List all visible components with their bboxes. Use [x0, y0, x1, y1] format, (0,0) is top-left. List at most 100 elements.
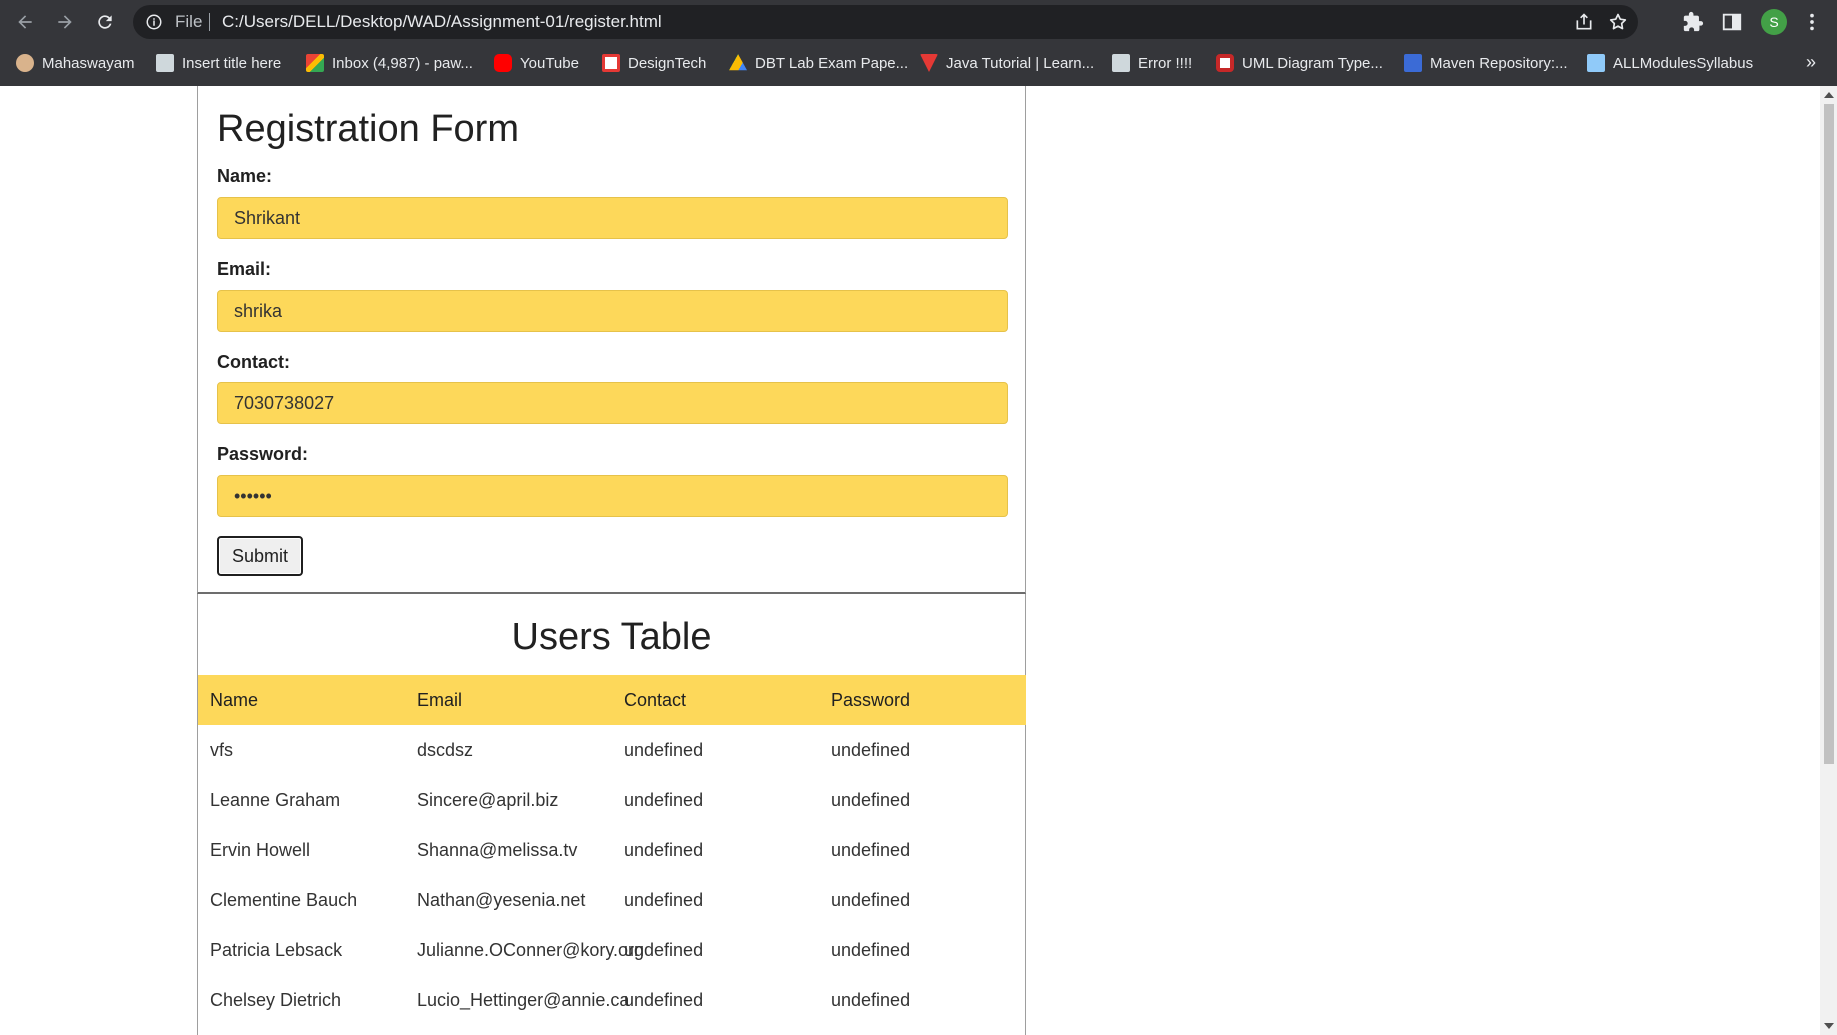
cell-password: undefined — [831, 789, 911, 810]
bookmark-label: Maven Repository:... — [1430, 54, 1568, 72]
extensions-puzzle-icon[interactable] — [1682, 11, 1704, 33]
menu-dots-icon[interactable] — [1801, 11, 1823, 33]
bookmark-java-tutorial[interactable]: Java Tutorial | Learn... — [920, 52, 1094, 74]
info-icon[interactable] — [145, 13, 163, 31]
table-header-row: Name Email Contact Password — [198, 675, 1026, 725]
cell-email: Lucio_Hettinger@annie.ca — [417, 989, 630, 1010]
bookmark-label: Inbox (4,987) - paw... — [332, 54, 473, 72]
bookmark-star-icon[interactable] — [1608, 12, 1628, 32]
cell-contact: undefined — [624, 839, 704, 860]
bookmark-maven[interactable]: Maven Repository:... — [1404, 52, 1568, 74]
bookmark-youtube[interactable]: YouTube — [494, 52, 579, 74]
uml-icon — [1216, 54, 1234, 72]
vertical-scrollbar[interactable] — [1820, 86, 1837, 1035]
designtech-icon — [602, 54, 620, 72]
cell-name: Patricia Lebsack — [210, 939, 343, 960]
page-viewport: Registration Form Name: Email: Contact: … — [0, 86, 1820, 1035]
share-icon[interactable] — [1574, 12, 1594, 32]
password-input[interactable] — [217, 475, 1008, 517]
cell-contact: undefined — [624, 939, 704, 960]
contact-label: Contact: — [217, 352, 290, 372]
cell-password: undefined — [831, 989, 911, 1010]
cell-password: undefined — [831, 889, 911, 910]
bookmark-label: UML Diagram Type... — [1242, 54, 1383, 72]
column-header-password: Password — [819, 675, 1026, 725]
scroll-down-arrow-icon[interactable] — [1824, 1023, 1834, 1029]
maven-icon — [1404, 54, 1422, 72]
form-title: Registration Form — [217, 108, 519, 150]
url-separator — [209, 13, 210, 31]
cell-name: Clementine Bauch — [210, 889, 358, 910]
bookmark-label: DesignTech — [628, 54, 707, 72]
scrollbar-thumb[interactable] — [1824, 104, 1834, 764]
table-row: Ervin Howell Shanna@melissa.tv undefined… — [198, 825, 1026, 875]
page-icon — [156, 54, 174, 72]
bookmark-label: Insert title here — [182, 54, 282, 72]
url-scheme: File — [175, 12, 203, 31]
profile-avatar[interactable]: S — [1761, 9, 1787, 35]
table-row: Chelsey Dietrich Lucio_Hettinger@annie.c… — [198, 975, 1026, 1025]
bookmarks-bar: Mahaswayam Insert title here Inbox (4,98… — [0, 44, 1837, 82]
bookmark-mahaswayam[interactable]: Mahaswayam — [16, 52, 135, 74]
cell-contact: undefined — [624, 739, 704, 760]
table-row: Leanne Graham Sincere@april.biz undefine… — [198, 775, 1026, 825]
back-button[interactable] — [11, 8, 39, 36]
column-header-email: Email — [405, 675, 612, 725]
submit-button[interactable]: Submit — [217, 536, 303, 576]
youtube-icon — [494, 54, 512, 72]
bookmark-designtech[interactable]: DesignTech — [602, 52, 706, 74]
cell-contact: undefined — [624, 889, 704, 910]
forward-button[interactable] — [51, 8, 79, 36]
table-row: vfs dscdsz undefined undefined — [198, 725, 1026, 775]
scroll-up-arrow-icon[interactable] — [1824, 92, 1834, 98]
drive-icon — [729, 54, 747, 71]
contact-input[interactable] — [217, 382, 1008, 424]
bookmark-label: Error !!!! — [1138, 54, 1193, 72]
cell-email: Nathan@yesenia.net — [417, 889, 586, 910]
cell-password: undefined — [831, 739, 911, 760]
cell-name: vfs — [210, 739, 234, 760]
table-row: Patricia Lebsack Julianne.OConner@kory.o… — [198, 925, 1026, 975]
arrow-left-icon — [18, 15, 32, 29]
url-text[interactable]: C:/Users/DELL/Desktop/WAD/Assignment-01/… — [222, 12, 662, 32]
bookmark-gmail-inbox[interactable]: Inbox (4,987) - paw... — [306, 52, 473, 74]
cell-name: Ervin Howell — [210, 839, 311, 860]
column-header-name: Name — [198, 675, 405, 725]
bookmark-label: YouTube — [520, 54, 579, 72]
gmail-icon — [306, 54, 324, 72]
more-bookmarks-chevron-icon[interactable]: » — [1806, 52, 1816, 73]
address-bar[interactable]: File C:/Users/DELL/Desktop/WAD/Assignmen… — [133, 5, 1638, 39]
cell-contact: undefined — [624, 789, 704, 810]
bookmark-all-modules[interactable]: ALLModulesSyllabus — [1587, 52, 1753, 74]
browser-toolbar: File C:/Users/DELL/Desktop/WAD/Assignmen… — [0, 0, 1837, 44]
email-input[interactable] — [217, 290, 1008, 332]
browser-chrome: File C:/Users/DELL/Desktop/WAD/Assignmen… — [0, 0, 1837, 86]
bookmark-label: Mahaswayam — [42, 54, 135, 72]
cell-name: Chelsey Dietrich — [210, 989, 342, 1010]
cell-email: Shanna@melissa.tv — [417, 839, 578, 860]
email-label: Email: — [217, 259, 272, 279]
javatpoint-icon — [920, 54, 938, 72]
bookmark-insert-title[interactable]: Insert title here — [156, 52, 281, 74]
name-input[interactable] — [217, 197, 1008, 239]
bookmark-uml-diagram[interactable]: UML Diagram Type... — [1216, 52, 1383, 74]
password-label: Password: — [217, 444, 309, 464]
users-table-section: Users Table Name Email Contact Password … — [197, 594, 1026, 1035]
bookmark-label: ALLModulesSyllabus — [1613, 54, 1754, 72]
syllabus-icon — [1587, 54, 1605, 72]
mahaswayam-icon — [16, 54, 34, 72]
side-panel-icon[interactable] — [1721, 11, 1743, 33]
cell-password: undefined — [831, 839, 911, 860]
table-title: Users Table — [511, 616, 712, 658]
cell-contact: undefined — [624, 989, 704, 1010]
cell-name: Leanne Graham — [210, 789, 341, 810]
reload-icon — [98, 15, 112, 29]
name-label: Name: — [217, 166, 273, 186]
cell-email: Julianne.OConner@kory.org — [417, 939, 645, 960]
bookmark-error[interactable]: Error !!!! — [1112, 52, 1192, 74]
reload-button[interactable] — [91, 8, 119, 36]
bookmark-dbt-lab[interactable]: DBT Lab Exam Pape... — [729, 52, 908, 74]
registration-form: Registration Form Name: Email: Contact: … — [197, 86, 1026, 594]
cell-password: undefined — [831, 939, 911, 960]
cell-email: dscdsz — [417, 739, 474, 760]
